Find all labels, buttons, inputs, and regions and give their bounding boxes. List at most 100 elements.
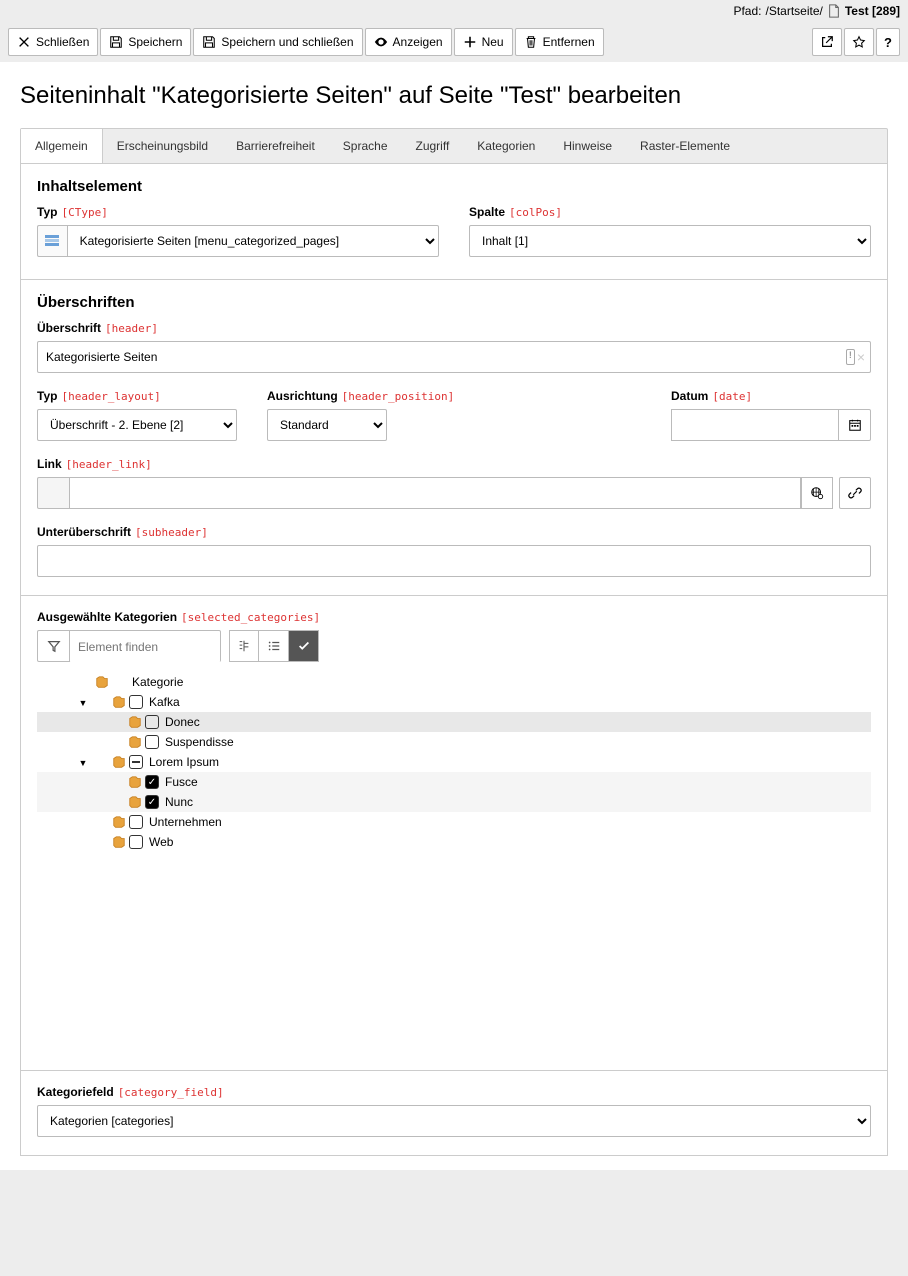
tabs: Allgemein Erscheinungsbild Barrierefreih…: [20, 128, 888, 164]
collapse-all-button[interactable]: [259, 630, 289, 662]
header-history-icon[interactable]: !: [846, 349, 855, 365]
expand-tree-icon: [237, 639, 251, 653]
header-position-select[interactable]: Standard: [267, 409, 387, 441]
new-button[interactable]: Neu: [454, 28, 513, 56]
bookmark-button[interactable]: [844, 28, 874, 56]
view-button[interactable]: Anzeigen: [365, 28, 452, 56]
close-label: Schließen: [36, 35, 89, 49]
tab-accessibility[interactable]: Barrierefreiheit: [222, 129, 329, 163]
category-icon: [128, 715, 142, 729]
ctype-select[interactable]: Kategorisierte Seiten [menu_categorized_…: [67, 225, 439, 257]
eye-icon: [374, 35, 388, 49]
save-icon: [109, 35, 123, 49]
delete-button[interactable]: Entfernen: [515, 28, 604, 56]
category-filter-input[interactable]: [70, 631, 220, 663]
tree-item[interactable]: Donec: [37, 712, 871, 732]
header-input[interactable]: [37, 341, 871, 373]
category-icon: [128, 775, 142, 789]
list-icon: [267, 639, 281, 653]
section-title-content-element: Inhaltselement: [37, 178, 871, 195]
subheader-label: Unterüberschrift[subheader]: [37, 525, 871, 539]
tree-item-label: Donec: [165, 715, 200, 729]
tree-item[interactable]: ✓Nunc: [37, 792, 871, 812]
category-icon: [128, 795, 142, 809]
page-title: Seiteninhalt "Kategorisierte Seiten" auf…: [20, 82, 888, 110]
path-label: Pfad:: [733, 4, 761, 18]
open-external-button[interactable]: [812, 28, 842, 56]
tab-grid-elements[interactable]: Raster-Elemente: [626, 129, 744, 163]
link-label: Link[header_link]: [37, 457, 871, 471]
panel-category-field: Kategoriefeld[category_field] Kategorien…: [20, 1070, 888, 1156]
subheader-input[interactable]: [37, 545, 871, 577]
column-select[interactable]: Inhalt [1]: [469, 225, 871, 257]
tree-checkbox[interactable]: [129, 755, 143, 769]
tree-root[interactable]: Kategorie: [37, 672, 871, 692]
tab-appearance[interactable]: Erscheinungsbild: [103, 129, 222, 163]
tab-language[interactable]: Sprache: [329, 129, 402, 163]
tree-item[interactable]: ▼ Lorem Ipsum: [37, 752, 871, 772]
tree-expand-icon[interactable]: ▼: [77, 698, 89, 708]
link-input[interactable]: [69, 477, 801, 509]
tab-categories[interactable]: Kategorien: [463, 129, 549, 163]
toolbar: Schließen Speichern Speichern und schlie…: [0, 22, 908, 62]
tree-checkbox[interactable]: [129, 695, 143, 709]
panel-content-element: Inhaltselement Typ[CType] Kategorisierte…: [20, 164, 888, 280]
new-label: Neu: [482, 35, 504, 49]
check-icon: [297, 639, 311, 653]
filter-icon: [38, 631, 70, 661]
save-close-button[interactable]: Speichern und schließen: [193, 28, 362, 56]
plus-icon: [463, 35, 477, 49]
tab-access[interactable]: Zugriff: [402, 129, 464, 163]
tree-item[interactable]: Unternehmen: [37, 812, 871, 832]
globe-gear-icon: [810, 486, 824, 500]
star-icon: [852, 35, 866, 49]
link-wizard-button[interactable]: [801, 477, 833, 509]
tree-checkbox[interactable]: ✓: [145, 795, 159, 809]
tree-item[interactable]: ✓ Fusce: [37, 772, 871, 792]
tree-expand-icon[interactable]: ▼: [77, 758, 89, 768]
tree-item-label: Fusce: [165, 775, 198, 789]
link-browse-button[interactable]: [839, 477, 871, 509]
tree-checkbox[interactable]: ✓: [145, 775, 159, 789]
panel-headings: Überschriften Überschrift[header] ! × Ty…: [20, 279, 888, 596]
tree-checkbox[interactable]: [129, 815, 143, 829]
column-label: Spalte[colPos]: [469, 205, 871, 219]
trash-icon: [524, 35, 538, 49]
path-bar: Pfad: /Startseite/ Test [289]: [0, 0, 908, 22]
header-clear-icon[interactable]: ×: [857, 349, 865, 365]
save-button[interactable]: Speichern: [100, 28, 191, 56]
category-icon: [112, 755, 126, 769]
calendar-icon: [848, 418, 862, 432]
section-title-headings: Überschriften: [37, 294, 871, 311]
tree-item[interactable]: ▼Kafka: [37, 692, 871, 712]
date-input[interactable]: [671, 409, 839, 441]
category-icon: [112, 695, 126, 709]
header-label: Überschrift[header]: [37, 321, 871, 335]
tab-general[interactable]: Allgemein: [21, 129, 103, 163]
show-selected-button[interactable]: [289, 630, 319, 662]
tree-checkbox[interactable]: [145, 715, 159, 729]
category-icon: [112, 835, 126, 849]
tree-item[interactable]: Web: [37, 832, 871, 852]
close-button[interactable]: Schließen: [8, 28, 98, 56]
header-layout-select[interactable]: Überschrift - 2. Ebene [2]: [37, 409, 237, 441]
help-button[interactable]: ?: [876, 28, 900, 56]
tree-checkbox[interactable]: [129, 835, 143, 849]
save-close-icon: [202, 35, 216, 49]
category-filter: [37, 630, 221, 662]
tree-root-label: Kategorie: [132, 675, 183, 689]
tree-checkbox[interactable]: [145, 735, 159, 749]
date-picker-button[interactable]: [839, 409, 871, 441]
expand-all-button[interactable]: [229, 630, 259, 662]
category-icon: [112, 815, 126, 829]
category-field-select[interactable]: Kategorien [categories]: [37, 1105, 871, 1137]
path-value: /Startseite/: [766, 4, 823, 18]
tree-item-label: Lorem Ipsum: [149, 755, 219, 769]
tree-item[interactable]: Suspendisse: [37, 732, 871, 752]
header-layout-label: Typ[header_layout]: [37, 389, 237, 403]
category-icon: [128, 735, 142, 749]
save-close-label: Speichern und schließen: [221, 35, 353, 49]
category-field-label: Kategoriefeld[category_field]: [37, 1085, 871, 1099]
tab-notes[interactable]: Hinweise: [549, 129, 626, 163]
tree-item-label: Suspendisse: [165, 735, 234, 749]
